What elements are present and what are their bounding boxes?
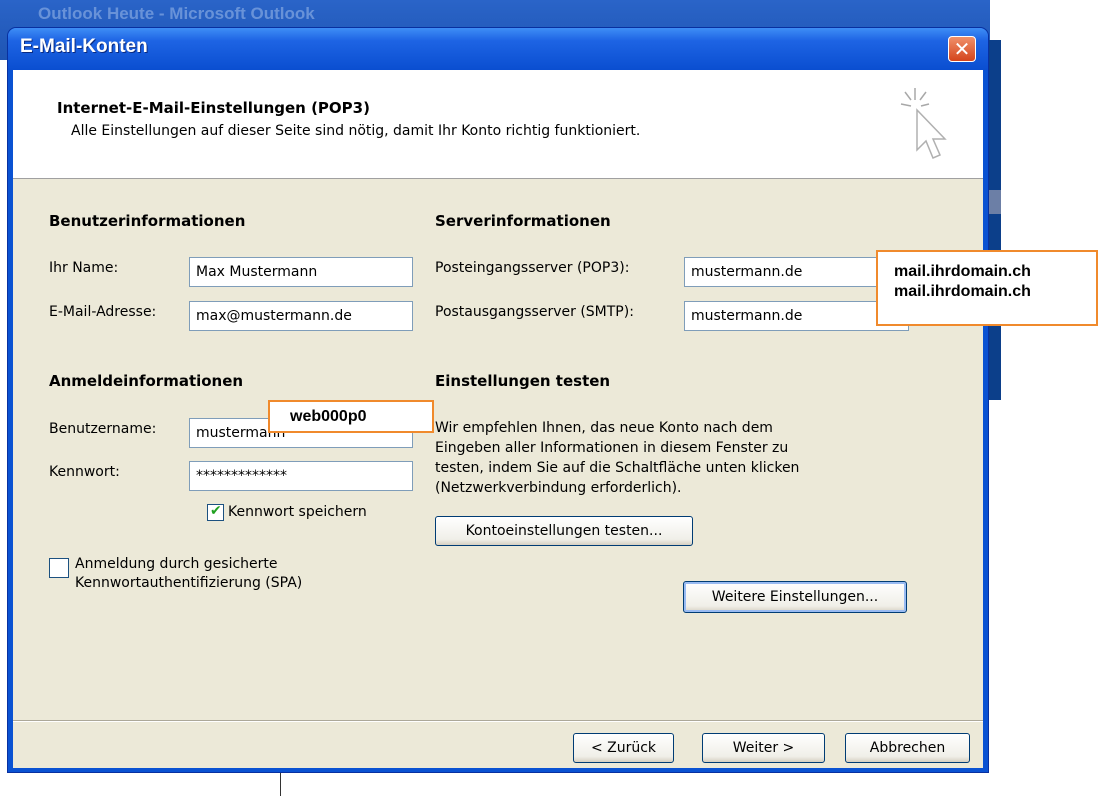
dialog-client-area: Internet-E-Mail-Einstellungen (POP3) All…	[13, 70, 983, 768]
test-account-settings-button[interactable]: Kontoeinstellungen testen...	[435, 516, 693, 546]
server-annotation-line1: mail.ihrdomain.ch	[894, 263, 1031, 280]
test-settings-heading: Einstellungen testen	[435, 372, 611, 390]
wizard-header-title: Internet-E-Mail-Einstellungen (POP3)	[57, 99, 370, 117]
close-icon: ✕	[953, 37, 971, 61]
test-description-line: Eingeben aller Informationen in diesem F…	[435, 440, 789, 456]
login-info-heading: Anmeldeinformationen	[49, 372, 244, 390]
dialog-titlebar[interactable]: E-Mail-Konten ✕	[8, 28, 988, 70]
username-annotation: web000p0	[268, 400, 434, 433]
test-description-line: (Netzwerkverbindung erforderlich).	[435, 480, 682, 496]
checkmark-icon: ✔	[210, 503, 222, 519]
next-button[interactable]: Weiter >	[702, 733, 825, 763]
close-button[interactable]: ✕	[948, 36, 976, 62]
test-description-line: testen, indem Sie auf die Schaltfläche u…	[435, 460, 800, 476]
username-annotation-text: web000p0	[290, 408, 367, 425]
name-input[interactable]: Max Mustermann	[189, 257, 413, 287]
server-annotation-line2: mail.ihrdomain.ch	[894, 283, 1031, 300]
spa-label-line2: Kennwortauthentifizierung (SPA)	[75, 575, 303, 591]
password-label: Kennwort:	[49, 464, 120, 480]
cancel-button[interactable]: Abbrechen	[845, 733, 970, 763]
spa-checkbox[interactable]	[49, 558, 69, 578]
back-button[interactable]: < Zurück	[573, 733, 674, 763]
wizard-header-subtitle: Alle Einstellungen auf dieser Seite sind…	[71, 123, 641, 139]
server-info-heading: Serverinformationen	[435, 212, 611, 230]
username-label: Benutzername:	[49, 421, 157, 437]
footer-divider	[13, 720, 983, 722]
wizard-header: Internet-E-Mail-Einstellungen (POP3) All…	[13, 70, 983, 179]
email-label: E-Mail-Adresse:	[49, 304, 157, 320]
email-accounts-dialog: E-Mail-Konten ✕ Internet-E-Mail-Einstell…	[8, 28, 988, 772]
server-annotation: mail.ihrdomain.ch mail.ihrdomain.ch	[876, 250, 1098, 326]
cursor-sparkle-icon	[900, 88, 947, 159]
incoming-server-label: Posteingangsserver (POP3):	[435, 260, 630, 276]
test-description-line: Wir empfehlen Ihnen, das neue Konto nach…	[435, 420, 773, 436]
save-password-label: Kennwort speichern	[228, 504, 367, 520]
user-info-heading: Benutzerinformationen	[49, 212, 246, 230]
email-input[interactable]: max@mustermann.de	[189, 301, 413, 331]
background-window-title: Outlook Heute - Microsoft Outlook	[38, 4, 315, 23]
save-password-checkbox[interactable]: ✔	[207, 503, 224, 521]
outgoing-server-label: Postausgangsserver (SMTP):	[435, 304, 634, 320]
name-label: Ihr Name:	[49, 260, 119, 276]
dialog-title: E-Mail-Konten	[20, 36, 148, 57]
password-input[interactable]: *************	[189, 461, 413, 491]
spa-label-line1: Anmeldung durch gesicherte	[75, 556, 278, 572]
more-settings-button[interactable]: Weitere Einstellungen...	[683, 581, 907, 613]
background-divider	[280, 770, 281, 796]
